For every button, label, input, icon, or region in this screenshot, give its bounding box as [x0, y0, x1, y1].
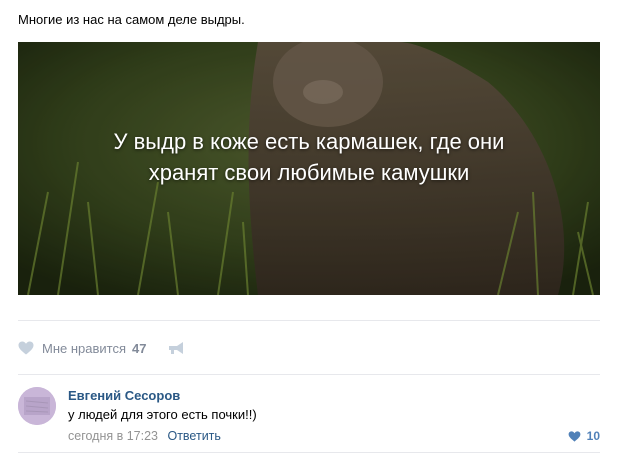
heart-icon: [568, 430, 581, 442]
caption-line-2: хранят свои любимые камушки: [148, 160, 470, 185]
like-button[interactable]: Мне нравится 47: [18, 341, 146, 356]
avatar[interactable]: [18, 387, 56, 425]
divider: [18, 374, 600, 375]
comment-author[interactable]: Евгений Сесоров: [68, 388, 180, 403]
avatar-image: [18, 387, 56, 425]
comment-like-button[interactable]: 10: [568, 429, 600, 443]
divider: [18, 320, 600, 321]
share-icon[interactable]: [168, 341, 186, 355]
like-count: 47: [132, 340, 147, 356]
post-text: Многие из нас на самом деле выдры.: [18, 12, 245, 27]
post-actions: Мне нравится 47: [18, 338, 186, 358]
reply-button[interactable]: Ответить: [167, 429, 220, 443]
image-caption: У выдр в коже есть кармашек, где они хра…: [18, 126, 600, 188]
comment-text: у людей для этого есть почки!!): [68, 407, 257, 422]
caption-line-1: У выдр в коже есть кармашек, где они: [113, 129, 505, 154]
comment-meta: сегодня в 17:23 Ответить: [68, 429, 221, 443]
comment-time[interactable]: сегодня в 17:23: [68, 429, 158, 443]
like-label: Мне нравится: [42, 340, 127, 356]
heart-icon: [18, 341, 34, 355]
post-image[interactable]: У выдр в коже есть кармашек, где они хра…: [18, 42, 600, 295]
divider: [18, 452, 600, 453]
comment-like-count: 10: [586, 429, 600, 443]
